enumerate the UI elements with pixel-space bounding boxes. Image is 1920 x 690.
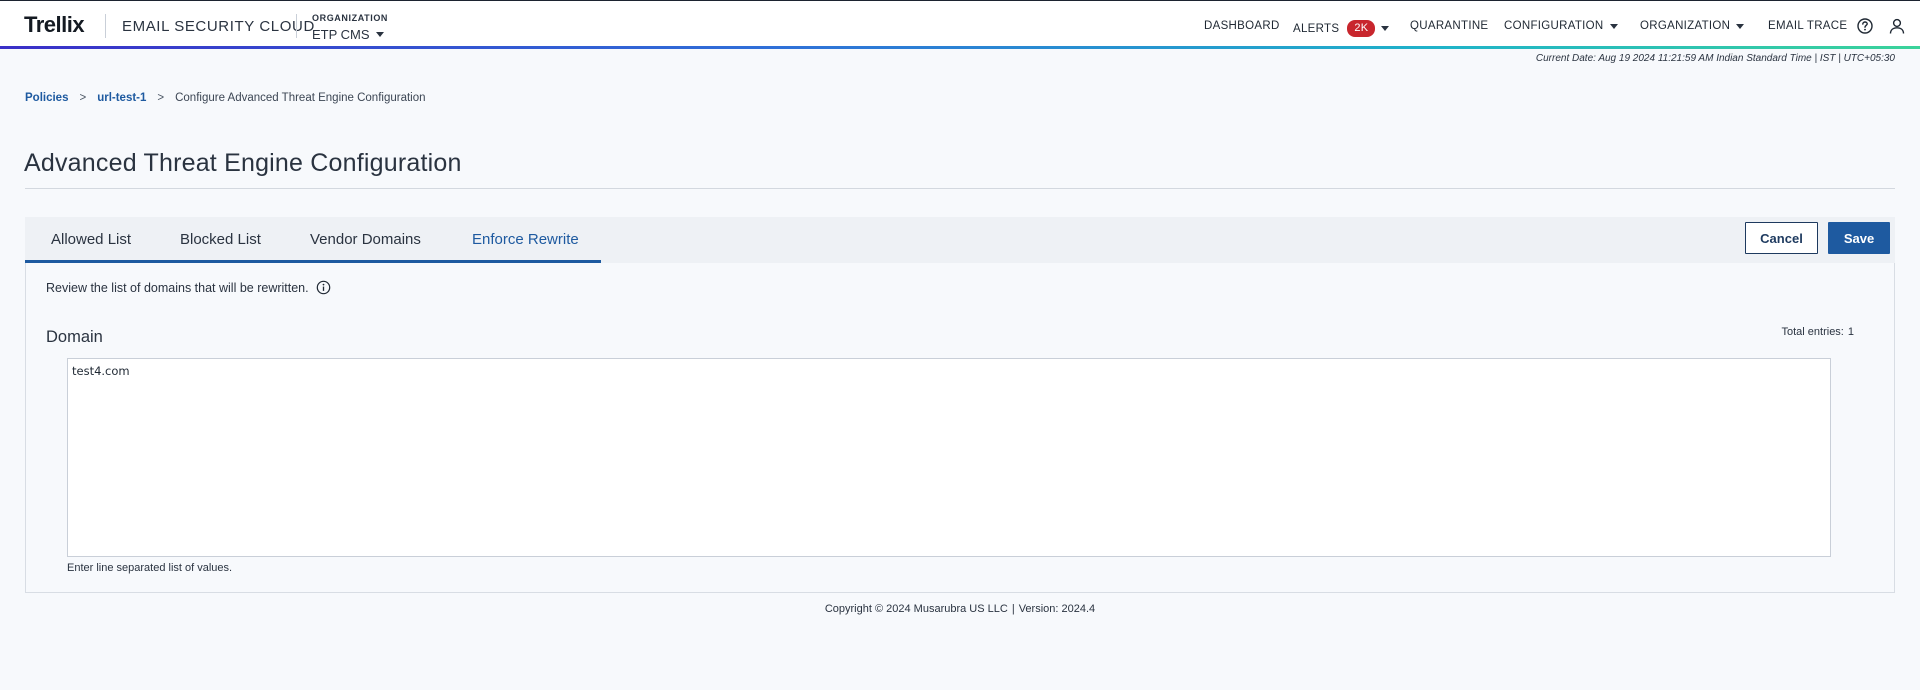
- organization-label: ORGANIZATION: [312, 13, 389, 23]
- current-date: Current Date: Aug 19 2024 11:21:59 AM In…: [1535, 53, 1895, 64]
- breadcrumb-current: Configure Advanced Threat Engine Configu…: [175, 92, 426, 104]
- breadcrumb-separator: >: [79, 92, 87, 104]
- tab-blocked-list[interactable]: Blocked List: [180, 231, 261, 248]
- tab-enforce-rewrite[interactable]: Enforce Rewrite: [472, 231, 579, 248]
- chevron-down-icon: [1609, 23, 1618, 29]
- chevron-down-icon: [1736, 23, 1745, 29]
- total-entries: Total entries: 1: [1782, 326, 1855, 338]
- footer-separator: |: [1011, 603, 1015, 615]
- breadcrumb: Policies > url-test-1 > Configure Advanc…: [25, 92, 426, 104]
- domain-helper-text: Enter line separated list of values.: [67, 562, 233, 574]
- nav-dashboard[interactable]: DASHBOARD: [1204, 20, 1280, 32]
- nav-email-trace-label: EMAIL TRACE: [1768, 20, 1848, 32]
- info-icon[interactable]: [316, 280, 331, 295]
- alerts-count-badge: 2K: [1347, 20, 1376, 37]
- header-divider: [296, 14, 297, 38]
- trellix-logo[interactable]: Trellix: [24, 12, 85, 38]
- nav-quarantine[interactable]: QUARANTINE: [1410, 20, 1488, 32]
- cancel-button[interactable]: Cancel: [1745, 222, 1818, 254]
- header-divider: [105, 14, 106, 38]
- footer: Copyright © 2024 Musarubra US LLC | Vers…: [0, 603, 1920, 615]
- nav-configuration-label: CONFIGURATION: [1504, 20, 1604, 32]
- logo-text: Trellix: [24, 12, 85, 37]
- nav-email-trace[interactable]: EMAIL TRACE: [1768, 20, 1847, 32]
- breadcrumb-policy[interactable]: url-test-1: [97, 92, 146, 104]
- organization-selector[interactable]: ETP CMS: [312, 27, 384, 42]
- enforce-rewrite-panel: Review the list of domains that will be …: [25, 263, 1895, 593]
- breadcrumb-separator: >: [157, 92, 165, 104]
- header-accent-line: [0, 46, 1920, 49]
- save-button[interactable]: Save: [1828, 222, 1890, 254]
- nav-quarantine-label: QUARANTINE: [1410, 20, 1489, 32]
- tab-vendor-domains[interactable]: Vendor Domains: [310, 231, 421, 248]
- panel-description: Review the list of domains that will be …: [46, 280, 331, 295]
- help-icon[interactable]: [1856, 17, 1874, 35]
- user-icon[interactable]: [1888, 17, 1906, 35]
- domain-list-input[interactable]: [67, 358, 1831, 557]
- nav-organization[interactable]: ORGANIZATION: [1640, 20, 1745, 32]
- title-divider: [25, 188, 1895, 189]
- breadcrumb-policies[interactable]: Policies: [25, 92, 68, 104]
- page-title: Advanced Threat Engine Configuration: [24, 149, 462, 177]
- nav-organization-label: ORGANIZATION: [1640, 20, 1731, 32]
- product-name: EMAIL SECURITY CLOUD: [122, 18, 315, 35]
- domain-label: Domain: [46, 328, 103, 346]
- chevron-down-icon: [375, 32, 384, 37]
- total-entries-label: Total entries:: [1781, 326, 1844, 338]
- footer-version: Version: 2024.4: [1018, 603, 1096, 615]
- panel-description-text: Review the list of domains that will be …: [46, 280, 309, 295]
- nav-dashboard-label: DASHBOARD: [1204, 20, 1280, 32]
- organization-value: ETP CMS: [312, 27, 370, 42]
- nav-alerts[interactable]: ALERTS 2K: [1293, 20, 1390, 37]
- total-entries-count: 1: [1847, 326, 1854, 338]
- footer-copyright: Copyright © 2024 Musarubra US LLC: [824, 603, 1008, 615]
- tab-bar: Allowed List Blocked List Vendor Domains…: [25, 217, 1895, 263]
- nav-alerts-label: ALERTS: [1293, 22, 1340, 35]
- tab-allowed-list[interactable]: Allowed List: [51, 231, 131, 248]
- chevron-down-icon: [1381, 26, 1390, 31]
- nav-configuration[interactable]: CONFIGURATION: [1504, 20, 1618, 32]
- top-navigation-bar: Trellix EMAIL SECURITY CLOUD ORGANIZATIO…: [0, 0, 1920, 49]
